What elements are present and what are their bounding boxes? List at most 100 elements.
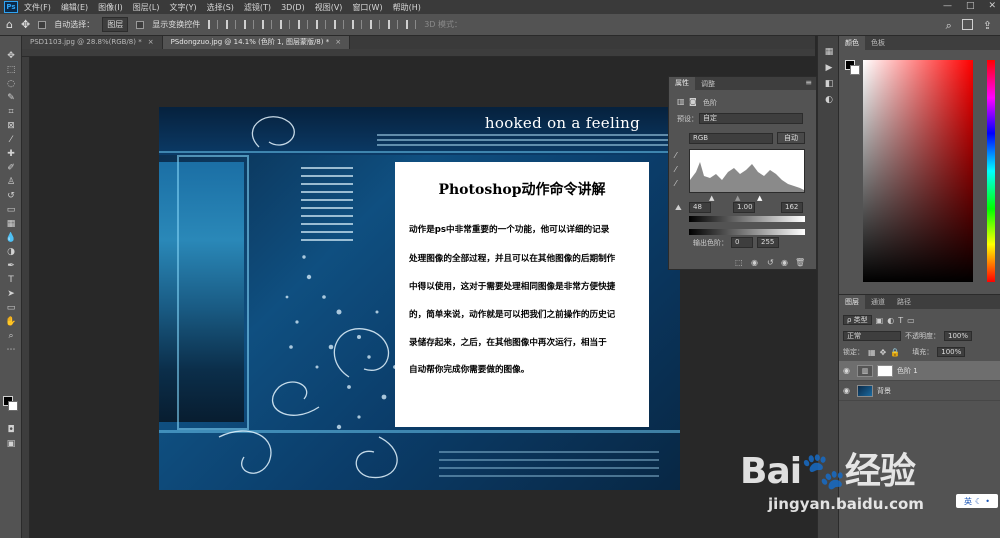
tab-swatches[interactable]: 色板 [865, 36, 891, 50]
menu-edit[interactable]: 编辑(E) [61, 2, 88, 13]
delete-icon[interactable]: 🗑 [795, 258, 805, 267]
color-picker-field[interactable] [863, 60, 973, 282]
pen-tool-icon[interactable]: ✒ [4, 260, 18, 273]
gradient-tool-icon[interactable]: ▦ [4, 218, 18, 231]
distribute-center-icon[interactable] [388, 20, 399, 29]
filter-type-icon[interactable]: T [898, 316, 903, 325]
black-point-slider[interactable]: ▲ [709, 194, 714, 202]
lock-position-icon[interactable]: ✥ [880, 348, 887, 357]
tab-channels[interactable]: 通道 [865, 295, 891, 309]
white-point-slider[interactable]: ▲ [757, 194, 762, 202]
move-tool-icon[interactable]: ✥ [4, 50, 18, 63]
fill-field[interactable]: 100% [937, 347, 966, 357]
share-icon[interactable]: ⇪ [983, 19, 992, 33]
show-transform-checkbox[interactable] [136, 20, 145, 29]
distribute-top-icon[interactable] [316, 20, 327, 29]
document-canvas[interactable]: hooked on a feeling Photoshop动作命令讲解 动作是p… [159, 107, 680, 490]
tab-paths[interactable]: 路径 [891, 295, 917, 309]
distribute-bottom-icon[interactable] [352, 20, 363, 29]
input-white-field[interactable]: 162 [781, 202, 803, 213]
type-tool-icon[interactable]: T [4, 274, 18, 287]
gray-eyedropper-icon[interactable]: ⁄ [675, 165, 676, 174]
menu-window[interactable]: 窗口(W) [352, 2, 382, 13]
marquee-tool-icon[interactable]: ⬚ [4, 64, 18, 77]
quick-mask-icon[interactable]: ◘ [4, 424, 18, 437]
ime-indicator[interactable]: 英 ☾ • [956, 494, 998, 508]
reset-icon[interactable]: ↺ [767, 258, 774, 267]
background-color-swatch[interactable] [8, 401, 18, 411]
black-eyedropper-icon[interactable]: ⁄ [675, 151, 676, 160]
menu-help[interactable]: 帮助(H) [393, 2, 421, 13]
blur-tool-icon[interactable]: 💧 [4, 232, 18, 245]
distribute-middle-icon[interactable] [334, 20, 345, 29]
lasso-tool-icon[interactable]: ◌ [4, 78, 18, 91]
view-previous-icon[interactable]: ◉ [751, 258, 758, 267]
layer-row-background[interactable]: ◉ 背景 [839, 381, 1000, 401]
hand-tool-icon[interactable]: ✋ [4, 316, 18, 329]
zoom-tool-icon[interactable]: ⌕ [4, 330, 18, 343]
tab-psdongzuo[interactable]: PSdongzuo.jpg @ 14.1% (色阶 1, 图层蒙版/8) * × [162, 36, 351, 49]
vertical-ruler[interactable] [22, 57, 30, 538]
white-eyedropper-icon[interactable]: ⁄ [675, 179, 676, 188]
tab-adjustments[interactable]: 调整 [695, 79, 721, 89]
frame-tool-icon[interactable]: ⊠ [4, 120, 18, 133]
channel-dropdown[interactable]: RGB [689, 133, 773, 144]
home-icon[interactable]: ⌂ [6, 18, 13, 31]
eyedropper-tool-icon[interactable]: ⁄ [4, 134, 18, 147]
tab-close-icon[interactable]: × [335, 36, 341, 49]
tab-layers[interactable]: 图层 [839, 295, 865, 309]
align-center-icon[interactable] [226, 20, 237, 29]
output-white-field[interactable]: 255 [757, 237, 779, 248]
adjustments-panel-icon[interactable]: ◐ [823, 94, 835, 106]
properties-panel-icon[interactable]: ◧ [823, 78, 835, 90]
stamp-tool-icon[interactable]: ♙ [4, 176, 18, 189]
filter-pixel-icon[interactable]: ▣ [876, 316, 884, 325]
menu-type[interactable]: 文字(Y) [169, 2, 196, 13]
opacity-field[interactable]: 100% [944, 331, 973, 341]
screen-mode-icon[interactable]: ▣ [4, 438, 18, 451]
search-icon[interactable]: ⌕ [946, 19, 952, 33]
align-left-icon[interactable] [208, 20, 219, 29]
distribute-left-icon[interactable] [370, 20, 381, 29]
menu-image[interactable]: 图像(I) [98, 2, 123, 13]
output-black-field[interactable]: 0 [731, 237, 753, 248]
minimize-button[interactable]: — [943, 1, 952, 11]
panel-menu-icon[interactable]: ≡ [805, 78, 812, 87]
healing-tool-icon[interactable]: ✚ [4, 148, 18, 161]
layer-mask-thumbnail[interactable] [877, 364, 893, 377]
shape-tool-icon[interactable]: ▭ [4, 302, 18, 315]
layer-row-levels[interactable]: ◉ ▥ 色阶 1 [839, 361, 1000, 381]
lock-pixels-icon[interactable]: ▦ [868, 348, 876, 357]
history-brush-tool-icon[interactable]: ↺ [4, 190, 18, 203]
quick-select-tool-icon[interactable]: ✎ [4, 92, 18, 105]
brush-tool-icon[interactable]: ✐ [4, 162, 18, 175]
align-right-icon[interactable] [244, 20, 255, 29]
auto-select-dropdown[interactable]: 图层 [102, 17, 129, 32]
input-black-field[interactable]: 48 [689, 202, 711, 213]
align-middle-icon[interactable] [280, 20, 291, 29]
auto-button[interactable]: 自动 [777, 132, 805, 144]
clipping-icon[interactable]: ⛰ [675, 203, 682, 213]
menu-filter[interactable]: 滤镜(T) [244, 2, 271, 13]
preset-dropdown[interactable]: 自定 [699, 113, 803, 124]
actions-panel-icon[interactable]: ▶ [823, 62, 835, 74]
distribute-right-icon[interactable] [406, 20, 417, 29]
crop-tool-icon[interactable]: ⌗ [4, 106, 18, 119]
horizontal-ruler[interactable] [22, 49, 815, 57]
tab-close-icon[interactable]: × [148, 36, 154, 49]
maximize-button[interactable]: □ [966, 1, 975, 11]
workspace-icon[interactable] [961, 19, 973, 30]
align-bottom-icon[interactable] [298, 20, 309, 29]
background-color-chip[interactable] [850, 65, 860, 75]
eye-icon[interactable]: ◉ [843, 366, 853, 375]
layer-kind-filter[interactable]: ρ 类型 [843, 315, 872, 325]
close-button[interactable]: ✕ [988, 1, 996, 11]
move-tool-icon[interactable]: ✥ [21, 18, 30, 31]
dodge-tool-icon[interactable]: ◑ [4, 246, 18, 259]
more-tools-icon[interactable]: ⋯ [4, 344, 18, 357]
menu-layer[interactable]: 图层(L) [133, 2, 160, 13]
tab-properties[interactable]: 属性 [669, 77, 695, 90]
path-select-tool-icon[interactable]: ➤ [4, 288, 18, 301]
menu-view[interactable]: 视图(V) [315, 2, 343, 13]
gray-point-slider[interactable]: ▲ [735, 194, 740, 202]
